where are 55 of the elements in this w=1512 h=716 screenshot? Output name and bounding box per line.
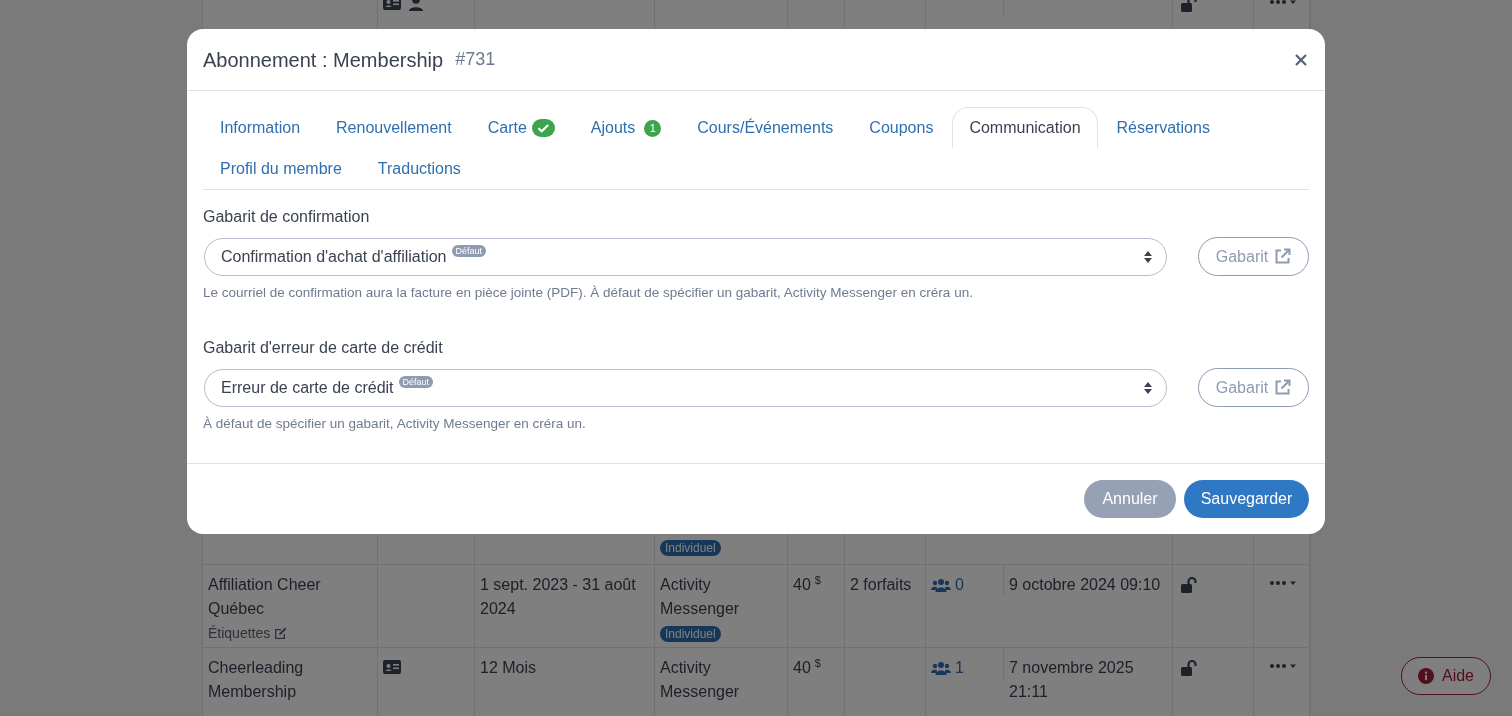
users-icon [931, 661, 951, 675]
unlocked-lock-icon [1181, 577, 1198, 593]
tab[interactable]: Information [203, 107, 318, 148]
tab[interactable]: Ajouts 1 [573, 107, 679, 148]
period-text: 1 sept. 2023 - 31 août 2024 [480, 575, 637, 619]
currency-sign: $ [814, 656, 821, 670]
save-button[interactable]: Sauvegarder [1184, 480, 1309, 518]
members-link[interactable]: 0 [955, 573, 964, 597]
unlocked-lock-icon [1181, 660, 1198, 676]
price-text: 40 [793, 575, 811, 595]
plan-name: Affiliation Cheer Québec [208, 575, 322, 619]
edit-icon [274, 627, 288, 639]
price-text: 40 [793, 658, 811, 678]
id-card-icon [383, 660, 401, 674]
external-link-icon [1274, 379, 1292, 397]
tab[interactable]: Renouvellement [319, 107, 469, 148]
count-badge: 1 [644, 119, 662, 137]
tags-link[interactable]: Étiquettes [208, 621, 271, 645]
tab[interactable]: Traductions [360, 148, 478, 189]
sort-caret-icon [1144, 250, 1152, 263]
tab[interactable]: Carte [470, 107, 572, 148]
period-text: 12 Mois [480, 658, 538, 678]
default-badge: Défaut [398, 375, 434, 388]
currency-sign: $ [814, 573, 821, 587]
plan-name: Cheerleading Membership [208, 658, 305, 702]
record-id: #731 [455, 48, 496, 71]
provider-text: Activity Messenger [660, 575, 741, 619]
provider-text: Activity Messenger [660, 658, 741, 702]
close-icon [1295, 53, 1307, 66]
users-icon [931, 578, 951, 592]
dialog-title: Abonnement : Membership [203, 47, 444, 73]
unlocked-lock-icon [1181, 0, 1198, 12]
help-button[interactable]: Aide [1401, 657, 1491, 695]
field-label: Gabarit de confirmation [203, 207, 371, 227]
close-button[interactable] [1293, 51, 1309, 68]
date-text: 9 octobre 2024 09:10 [1009, 575, 1162, 595]
tab[interactable]: Profil du membre [203, 148, 359, 189]
info-icon [1418, 668, 1434, 684]
external-link-icon [1274, 248, 1292, 265]
type-badge: Individuel [660, 626, 721, 642]
date-text: 7 novembre 2025 21:11 [1009, 658, 1135, 702]
field-label: Gabarit d'erreur de carte de crédit [203, 338, 444, 359]
type-badge: Individuel [660, 540, 721, 556]
tab[interactable]: Cours/Événements [680, 107, 851, 148]
members-link[interactable]: 1 [955, 656, 964, 680]
packages-text: 2 forfaits [850, 575, 913, 595]
help-text: Le courriel de confirmation aura la facture en pièce jointe (PDF). À défaut de spécifier un gabarit, Activity Messenger en créra un. [203, 284, 974, 302]
tab[interactable]: Réservations [1099, 107, 1227, 148]
check-badge-icon [531, 119, 555, 137]
sort-caret-icon [1144, 381, 1152, 394]
help-text: À défaut de spécifier un gabarit, Activity Messenger en créra un. [203, 415, 587, 434]
default-badge: Défaut [451, 244, 487, 257]
user-icon [409, 0, 423, 11]
tab[interactable]: Coupons [852, 107, 951, 148]
tab[interactable]: Communication [952, 107, 1098, 148]
